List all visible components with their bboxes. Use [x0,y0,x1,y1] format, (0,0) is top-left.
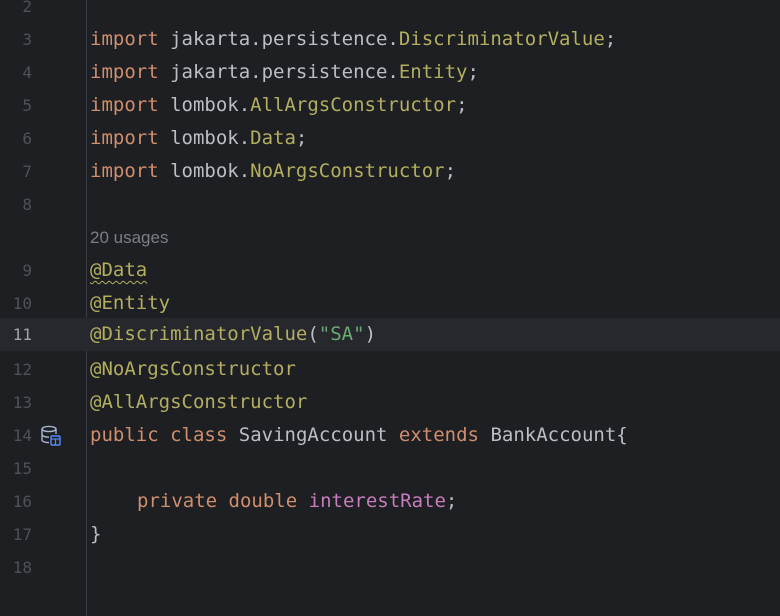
close-brace-line[interactable]: } [90,518,101,551]
annotation-line[interactable]: @Data [90,254,147,287]
public-keyword: public [90,424,159,446]
line-number: 3 [22,30,32,49]
code-editor[interactable]: 2 3 import jakarta.persistence.Discrimin… [0,0,780,616]
code-line[interactable]: 9 @Data [0,254,780,287]
line-number: 15 [12,459,32,478]
double-keyword: double [228,490,298,512]
paren-close: ) [364,323,377,345]
import-keyword: import [90,127,159,149]
import-keyword: import [90,94,159,116]
field-name[interactable]: interestRate [309,490,446,512]
code-line[interactable]: 5 import lombok.AllArgsConstructor; [0,89,780,122]
line-number: 6 [22,129,32,148]
private-keyword: private [137,490,218,512]
annotation-allargs[interactable]: @AllArgsConstructor [90,391,307,413]
import-package: lombok. [158,127,251,149]
import-statement[interactable]: import lombok.Data; [90,122,307,155]
semicolon: ; [444,160,457,182]
code-line[interactable]: 3 import jakarta.persistence.Discriminat… [0,23,780,56]
parent-class-name[interactable]: BankAccount [490,424,616,446]
code-line[interactable]: 7 import lombok.NoArgsConstructor; [0,155,780,188]
import-keyword: import [90,61,159,83]
line-number: 5 [22,96,32,115]
import-class[interactable]: Entity [399,61,468,83]
code-line[interactable]: 8 [0,188,780,221]
semicolon: ; [467,61,479,83]
class-keyword: class [170,424,228,446]
import-class[interactable]: AllArgsConstructor [250,94,456,116]
semicolon: ; [456,94,468,116]
import-class[interactable]: DiscriminatorValue [399,28,605,50]
import-statement[interactable]: import lombok.AllArgsConstructor; [90,89,468,122]
class-declaration[interactable]: public class SavingAccount extends BankA… [90,419,628,452]
line-number: 4 [22,63,32,82]
line-number: 16 [12,492,32,511]
code-line[interactable]: 6 import lombok.Data; [0,122,780,155]
code-line-current[interactable]: 11 @DiscriminatorValue("SA") [0,318,780,351]
class-name[interactable]: SavingAccount [239,424,388,446]
code-line[interactable]: 16 private double interestRate; [0,485,780,518]
code-line[interactable]: 18 [0,551,780,584]
line-number: 8 [22,195,32,214]
line-number: 12 [12,360,32,379]
annotation-line[interactable]: @Entity [90,287,170,320]
code-line[interactable]: 2 [0,0,780,23]
code-line[interactable]: 14 public class SavingAccount extends Ba… [0,419,780,452]
string-literal[interactable]: "SA" [319,323,365,345]
import-package: jakarta.persistence. [158,28,399,50]
line-number: 13 [12,393,32,412]
annotation-discriminator[interactable]: @DiscriminatorValue [90,323,307,345]
import-package: lombok. [158,94,251,116]
annotation-data[interactable]: @Data [90,259,147,281]
annotation-entity[interactable]: @Entity [90,292,170,314]
annotation-noargs[interactable]: @NoArgsConstructor [90,358,296,380]
semicolon: ; [295,127,308,149]
annotation-line[interactable]: @DiscriminatorValue("SA") [90,318,376,351]
import-package: jakarta.persistence. [158,61,399,83]
line-number: 14 [12,426,32,445]
usages-hint[interactable]: 20 usages [90,221,168,254]
import-class[interactable]: Data [250,127,296,149]
import-statement[interactable]: import jakarta.persistence.Entity; [90,56,479,89]
field-declaration[interactable]: private double interestRate; [137,485,457,518]
import-keyword: import [90,160,159,182]
database-entity-icon[interactable] [40,425,62,447]
line-number: 18 [12,558,32,577]
paren-open: ( [307,323,319,345]
code-line[interactable]: 10 @Entity [0,287,780,320]
import-statement[interactable]: import jakarta.persistence.Discriminator… [90,23,616,56]
import-class[interactable]: NoArgsConstructor [250,160,444,182]
import-keyword: import [90,28,159,50]
code-line[interactable]: 17 } [0,518,780,551]
line-number: 2 [22,0,32,16]
annotation-line[interactable]: @NoArgsConstructor [90,353,296,386]
annotation-line[interactable]: @AllArgsConstructor [90,386,307,419]
import-statement[interactable]: import lombok.NoArgsConstructor; [90,155,456,188]
open-brace: { [616,424,628,446]
code-line[interactable]: 15 [0,452,780,485]
line-number: 11 [12,325,32,344]
extends-keyword: extends [398,424,479,446]
usages-inlay[interactable]: 20 usages [0,221,780,254]
line-number: 17 [12,525,32,544]
code-line[interactable]: 13 @AllArgsConstructor [0,386,780,419]
code-line[interactable]: 4 import jakarta.persistence.Entity; [0,56,780,89]
code-line[interactable]: 12 @NoArgsConstructor [0,353,780,386]
semicolon: ; [445,490,458,512]
line-number: 10 [12,294,32,313]
line-number: 7 [22,162,32,181]
close-brace: } [90,523,102,545]
import-package: lombok. [158,160,251,182]
line-number: 9 [22,261,32,280]
semicolon: ; [604,28,617,50]
